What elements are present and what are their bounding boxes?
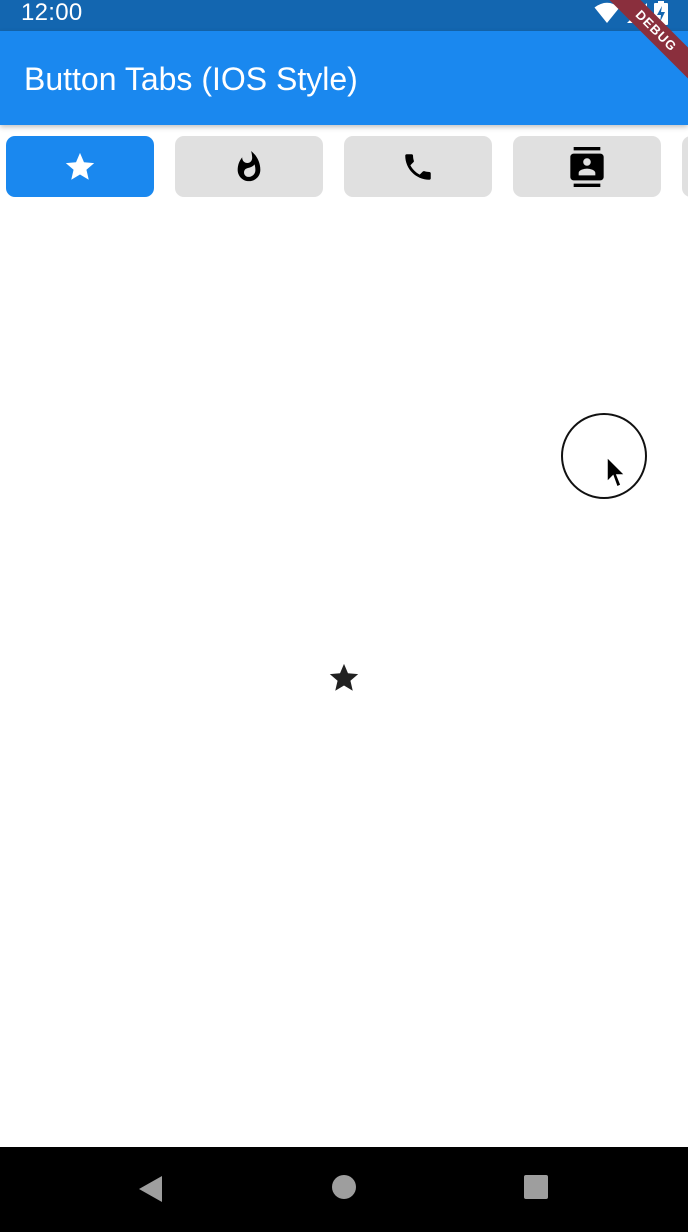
star-icon (329, 663, 359, 691)
tab-partial[interactable] (682, 136, 688, 197)
tab-strip (0, 125, 688, 211)
tab-phone[interactable] (344, 136, 492, 197)
page-title: Button Tabs (IOS Style) (24, 61, 358, 97)
status-time: 12:00 (21, 0, 83, 26)
wifi-icon (594, 2, 620, 23)
tab-contacts[interactable] (513, 136, 661, 197)
signal-icon (627, 3, 647, 23)
tab-star[interactable] (6, 136, 154, 197)
system-nav-bar (0, 1147, 688, 1232)
status-icons (594, 1, 668, 25)
touch-indicator (561, 413, 647, 499)
home-icon[interactable] (331, 1174, 357, 1200)
whatshot-icon (237, 150, 261, 181)
tab-whatshot[interactable] (175, 136, 323, 197)
back-icon[interactable] (137, 1174, 163, 1204)
contacts-icon (570, 146, 604, 187)
app-bar: Button Tabs (IOS Style) (0, 31, 688, 125)
star-icon (65, 152, 95, 180)
status-bar: 12:00 (0, 0, 688, 31)
phone-icon (405, 153, 431, 180)
cursor-icon (606, 456, 627, 489)
battery-charging-icon (654, 1, 668, 25)
recents-icon[interactable] (523, 1174, 549, 1200)
